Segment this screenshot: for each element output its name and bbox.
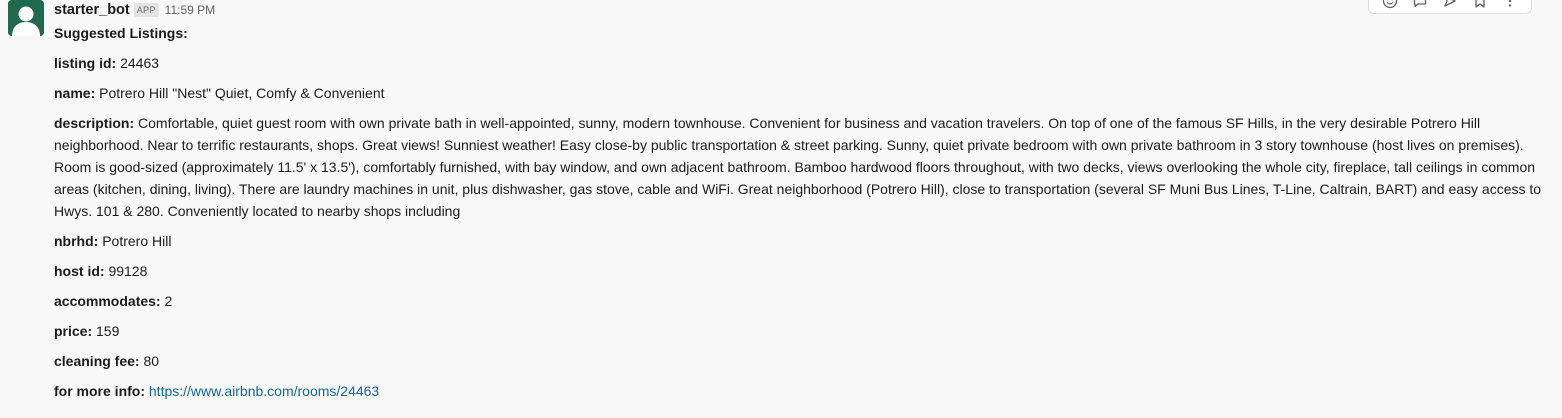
field-value: 2 <box>164 293 173 309</box>
field-host-id: host id: 99128 <box>54 260 1544 282</box>
listing-link[interactable]: https://www.airbnb.com/rooms/24463 <box>149 383 379 399</box>
app-badge: APP <box>133 3 159 17</box>
field-listing-id: listing id: 24463 <box>54 52 1544 74</box>
field-value: Potrero Hill <box>102 233 172 249</box>
more-actions-icon[interactable] <box>1500 0 1520 11</box>
reply-in-thread-icon[interactable] <box>1410 0 1430 11</box>
field-value: Comfortable, quiet guest room with own p… <box>54 115 1542 219</box>
message-body: Suggested Listings: listing id: 24463 na… <box>54 22 1544 402</box>
share-icon[interactable] <box>1440 0 1460 11</box>
field-value: 159 <box>96 323 120 339</box>
timestamp[interactable]: 11:59 PM <box>165 3 215 17</box>
field-label: accommodates: <box>54 293 161 309</box>
field-label: for more info: <box>54 383 145 399</box>
message-actions-toolbar <box>1368 0 1532 14</box>
field-label: description: <box>54 115 135 131</box>
field-description: description: Comfortable, quiet guest ro… <box>54 112 1544 222</box>
message-title: Suggested Listings: <box>54 25 188 41</box>
message-header: starter_bot APP 11:59 PM <box>54 0 215 20</box>
field-nbrhd: nbrhd: Potrero Hill <box>54 230 1544 252</box>
bot-avatar[interactable] <box>8 0 44 36</box>
field-value: Potrero Hill "Nest" Quiet, Comfy & Conve… <box>99 85 385 101</box>
field-label: cleaning fee: <box>54 353 140 369</box>
field-label: price: <box>54 323 93 339</box>
bookmark-icon[interactable] <box>1470 0 1490 11</box>
message: starter_bot APP 11:59 PM Suggested Listi… <box>0 0 1562 418</box>
field-label: nbrhd: <box>54 233 99 249</box>
field-label: name: <box>54 85 96 101</box>
username[interactable]: starter_bot <box>54 2 130 18</box>
field-name: name: Potrero Hill "Nest" Quiet, Comfy &… <box>54 82 1544 104</box>
add-reaction-icon[interactable] <box>1380 0 1400 11</box>
field-accommodates: accommodates: 2 <box>54 290 1544 312</box>
field-value: 80 <box>143 353 160 369</box>
field-label: host id: <box>54 263 105 279</box>
field-more-info: for more info: https://www.airbnb.com/ro… <box>54 380 1544 402</box>
field-value: 24463 <box>120 55 160 71</box>
field-cleaning-fee: cleaning fee: 80 <box>54 350 1544 372</box>
field-label: listing id: <box>54 55 117 71</box>
avatar-person-icon <box>8 0 44 36</box>
field-price: price: 159 <box>54 320 1544 342</box>
field-value: 99128 <box>108 263 148 279</box>
